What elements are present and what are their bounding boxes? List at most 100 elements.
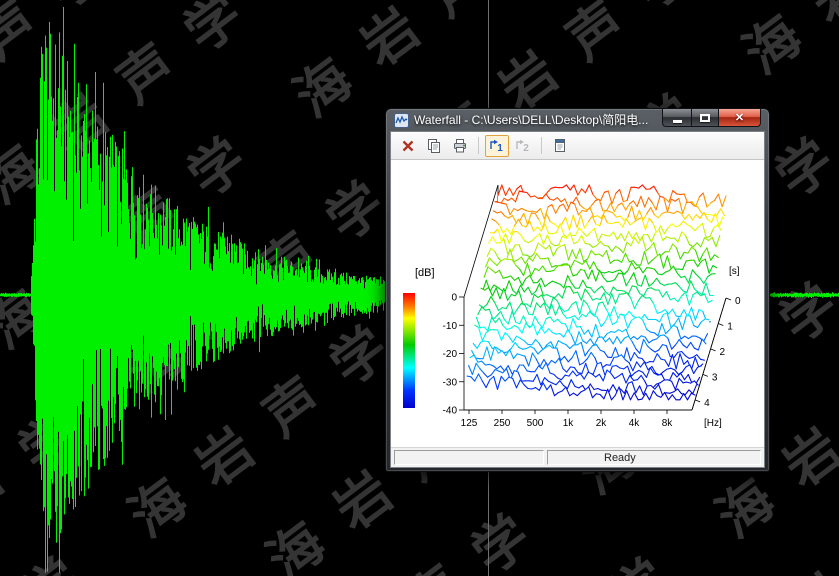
waterfall-slice-segment bbox=[660, 335, 664, 336]
waterfall-slice-segment bbox=[684, 252, 688, 253]
waterfall-slice-segment bbox=[556, 334, 560, 335]
waterfall-slice-segment bbox=[523, 192, 527, 193]
copy-icon bbox=[426, 138, 442, 154]
waterfall-slice-segment bbox=[531, 213, 535, 214]
toolbar-separator bbox=[478, 137, 479, 154]
waterfall-slice-segment bbox=[543, 295, 547, 296]
waterfall-slice-segment bbox=[485, 341, 489, 342]
status-panel bbox=[394, 450, 544, 465]
maximize-button[interactable] bbox=[691, 109, 719, 127]
view-mode-1-button[interactable]: 1 bbox=[485, 135, 509, 157]
freq-tick-label: 1k bbox=[563, 418, 575, 429]
freq-tick-label: 4k bbox=[629, 418, 641, 429]
printer-icon bbox=[452, 138, 468, 154]
waterfall-slice-segment bbox=[651, 332, 655, 333]
waterfall-slice-segment bbox=[605, 211, 609, 212]
svg-text:1: 1 bbox=[497, 143, 503, 154]
waterfall-slice-segment bbox=[571, 367, 575, 368]
waterfall-slice-segment bbox=[621, 291, 625, 292]
freq-tick-label: 250 bbox=[494, 418, 511, 429]
toolbar: 1 2 bbox=[391, 132, 764, 160]
app-icon bbox=[394, 113, 409, 128]
waterfall-slice-segment bbox=[611, 332, 615, 333]
screen: 海岩声学 海岩声学 海岩声学 海岩声学 海岩声学 海岩声学 海岩声学 海岩声学 … bbox=[0, 0, 839, 576]
maximize-icon bbox=[700, 114, 710, 122]
waterfall-slice-segment bbox=[555, 245, 559, 246]
colorbar bbox=[403, 293, 415, 408]
waterfall-slice-segment bbox=[635, 317, 639, 318]
freq-tick-label: 125 bbox=[461, 418, 478, 429]
waterfall-slice-segment bbox=[660, 197, 664, 198]
print-button[interactable] bbox=[448, 135, 472, 157]
window-titlebar[interactable]: Waterfall - C:\Users\DELL\Desktop\简阳电...… bbox=[390, 109, 765, 131]
waterfall-slice-segment bbox=[648, 288, 652, 289]
waterfall-slice-segment bbox=[595, 254, 599, 255]
status-bar: Ready bbox=[391, 447, 764, 467]
view-1-icon: 1 bbox=[489, 138, 505, 154]
waterfall-slice-segment bbox=[544, 258, 548, 259]
waterfall-slice-segment bbox=[680, 194, 684, 195]
properties-button[interactable] bbox=[548, 135, 572, 157]
waterfall-slice-segment bbox=[666, 393, 670, 394]
freq-tick-label: 8k bbox=[662, 418, 674, 429]
waterfall-slice-segment bbox=[679, 269, 683, 270]
waterfall-slice-segment bbox=[587, 287, 591, 288]
waterfall-slice-segment bbox=[523, 349, 527, 350]
db-axis-label: [dB] bbox=[415, 267, 435, 279]
time-axis-label: [s] bbox=[729, 266, 740, 277]
minimize-icon bbox=[673, 120, 682, 123]
copy-button[interactable] bbox=[422, 135, 446, 157]
waterfall-slice-segment bbox=[562, 323, 566, 324]
plot-area: [dB]0-10-20-30-401252505001k2k4k8k[Hz]01… bbox=[391, 160, 764, 447]
status-panel: Ready bbox=[547, 450, 761, 465]
db-tick-label: -20 bbox=[443, 349, 458, 360]
waterfall-slice-segment bbox=[658, 374, 662, 375]
minimize-button[interactable] bbox=[662, 109, 691, 127]
close-icon: ✕ bbox=[735, 111, 744, 124]
waterfall-slice-segment bbox=[565, 265, 569, 266]
db-tick-label: -30 bbox=[443, 377, 458, 388]
freq-tick-label: 2k bbox=[596, 418, 608, 429]
waterfall-slice-segment bbox=[638, 358, 642, 359]
toolbar-separator bbox=[541, 137, 542, 154]
chart-frame-line bbox=[695, 400, 700, 402]
waterfall-chart: [dB]0-10-20-30-401252505001k2k4k8k[Hz]01… bbox=[391, 160, 764, 447]
waterfall-slice-segment bbox=[612, 366, 616, 367]
caption-buttons: ✕ bbox=[662, 109, 761, 127]
waterfall-slice-segment bbox=[505, 259, 509, 260]
db-tick-label: 0 bbox=[451, 293, 457, 304]
time-tick-label: 4 bbox=[704, 398, 710, 409]
waterfall-slice-segment bbox=[635, 187, 639, 188]
waterfall-slice-segment bbox=[676, 316, 680, 317]
delete-button[interactable] bbox=[396, 135, 420, 157]
waterfall-slice-segment bbox=[596, 394, 600, 395]
close-button[interactable]: ✕ bbox=[719, 109, 761, 127]
view-mode-2-button[interactable]: 2 bbox=[511, 135, 535, 157]
waterfall-slice-segment bbox=[606, 236, 610, 237]
chart-frame-line bbox=[718, 323, 723, 325]
waterfall-slice-segment bbox=[604, 246, 608, 247]
waterfall-slice-segment bbox=[495, 202, 499, 203]
waterfall-slice-segment bbox=[598, 337, 602, 338]
waterfall-slice-segment bbox=[638, 399, 642, 400]
waterfall-slice-segment bbox=[528, 389, 532, 390]
waterfall-slice-segment bbox=[634, 380, 638, 381]
delete-x-icon bbox=[400, 138, 416, 154]
view-2-icon: 2 bbox=[515, 138, 531, 154]
waterfall-slice-segment bbox=[677, 194, 681, 195]
waterfall-slice-segment bbox=[607, 223, 611, 224]
waterfall-slice-segment bbox=[555, 187, 559, 188]
time-tick-label: 0 bbox=[735, 296, 741, 307]
waterfall-slice-segment bbox=[585, 244, 589, 245]
freq-axis-label: [Hz] bbox=[704, 418, 722, 429]
waterfall-slice-segment bbox=[529, 314, 533, 315]
chart-frame-line bbox=[703, 374, 708, 376]
time-tick-label: 3 bbox=[712, 372, 718, 383]
db-tick-label: -40 bbox=[443, 406, 458, 417]
chart-frame-line bbox=[711, 349, 716, 351]
waterfall-slice-segment bbox=[683, 382, 687, 383]
waterfall-slice-segment bbox=[606, 365, 610, 366]
db-tick-label: -10 bbox=[443, 321, 458, 332]
svg-text:2: 2 bbox=[523, 143, 529, 154]
waterfall-slice-segment bbox=[614, 357, 618, 358]
